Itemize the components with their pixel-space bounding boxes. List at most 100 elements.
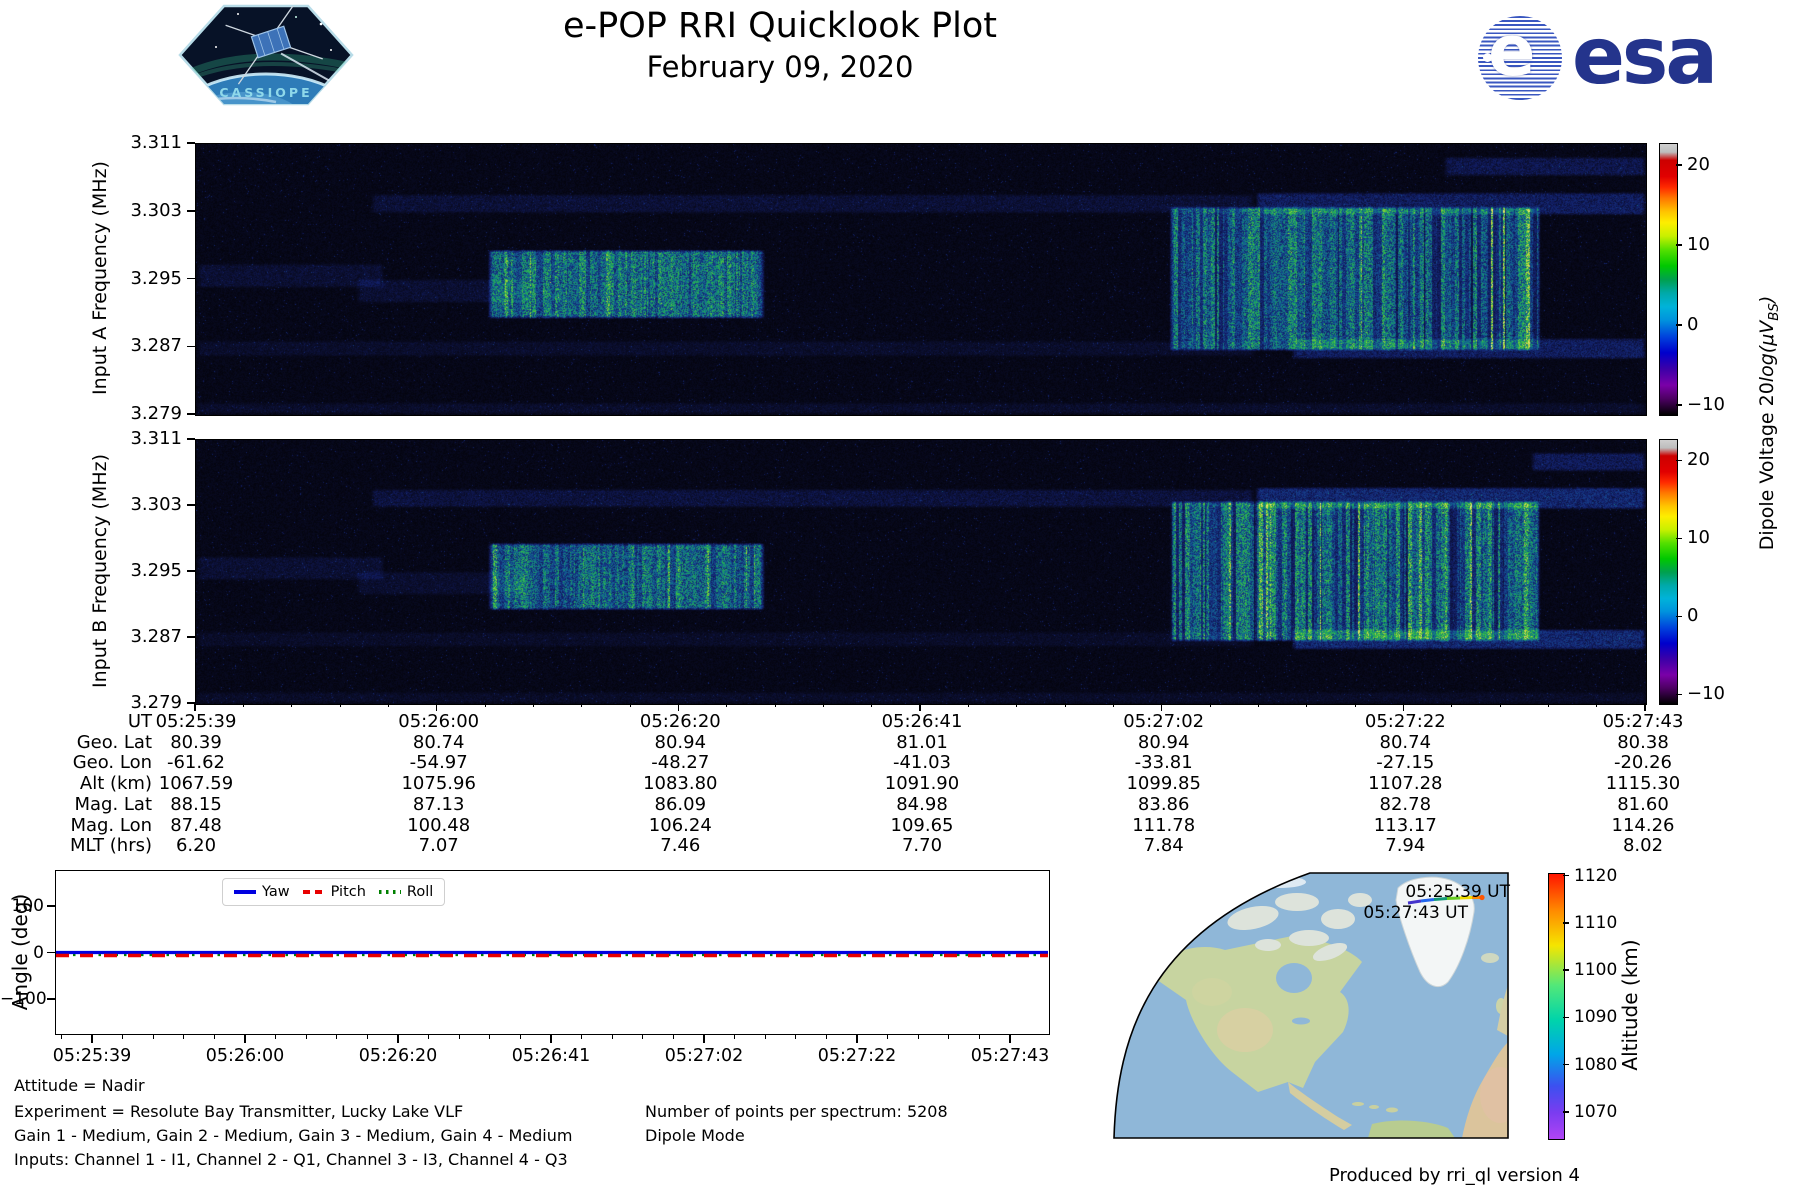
ephemeris-cell: 05:27:22 bbox=[1320, 712, 1490, 732]
ephemeris-cell: 05:27:43 bbox=[1558, 712, 1728, 732]
attitude-tick-mark bbox=[551, 1035, 552, 1039]
attitude-tick-mark bbox=[428, 1035, 429, 1039]
ytick-mark bbox=[187, 413, 195, 415]
legend-item: Yaw bbox=[234, 884, 290, 900]
attitude-tick-mark bbox=[673, 1035, 674, 1039]
ytick-label: 3.287 bbox=[112, 336, 182, 356]
ephemeris-cell: 100.48 bbox=[354, 816, 524, 836]
spectrogram-b-colorbar bbox=[1659, 439, 1678, 705]
map-central-america bbox=[1288, 1082, 1352, 1130]
attitude-xtick-label: 05:26:20 bbox=[338, 1046, 458, 1066]
xtick-minor-mark bbox=[195, 703, 196, 707]
legend-dashed-line-icon bbox=[303, 890, 325, 894]
attitude-xtick-label: 05:27:22 bbox=[797, 1046, 917, 1066]
attitude-xtick-label: 05:25:39 bbox=[32, 1046, 152, 1066]
colorbar-tick-mark bbox=[1676, 460, 1682, 462]
ephemeris-cell: 1115.30 bbox=[1558, 774, 1728, 794]
ephemeris-cell: 7.07 bbox=[354, 836, 524, 856]
xtick-minor-mark bbox=[581, 703, 582, 707]
ephemeris-cell: 7.94 bbox=[1320, 836, 1490, 856]
attitude-tick-mark bbox=[520, 1035, 521, 1039]
map-north-america bbox=[1150, 936, 1362, 1092]
annotation-experiment: Experiment = Resolute Bay Transmitter, L… bbox=[14, 1102, 463, 1121]
xtick-minor-mark bbox=[1596, 703, 1597, 707]
ephemeris-cell: 87.13 bbox=[354, 795, 524, 815]
attitude-tick-mark bbox=[642, 1035, 643, 1039]
attitude-tick-mark bbox=[581, 1035, 582, 1039]
attitude-ytick-label: 0 bbox=[0, 943, 44, 963]
altitude-colorbar-label: Altitude (km) bbox=[1618, 939, 1642, 1070]
ephemeris-cell: 80.38 bbox=[1558, 733, 1728, 753]
attitude-tick-mark bbox=[887, 1035, 888, 1039]
ephemeris-cell: 7.46 bbox=[595, 836, 765, 856]
ephemeris-cell: 1083.80 bbox=[595, 774, 765, 794]
xtick-minor-mark bbox=[436, 703, 437, 707]
ephemeris-cell: -61.62 bbox=[111, 753, 281, 773]
attitude-plot bbox=[55, 870, 1050, 1035]
xtick-minor-mark bbox=[1403, 703, 1404, 707]
ytick-label: 3.279 bbox=[112, 404, 182, 424]
xtick-minor-mark bbox=[1113, 703, 1114, 707]
ephemeris-cell: 8.02 bbox=[1558, 836, 1728, 856]
xtick-minor-mark bbox=[1016, 703, 1017, 707]
xtick-minor-mark bbox=[1210, 703, 1211, 707]
altitude-tick-mark bbox=[1563, 875, 1569, 877]
spectrogram-a bbox=[195, 143, 1647, 416]
colorbar-tick-label: −10 bbox=[1687, 684, 1725, 704]
attitude-xtick-label: 05:26:00 bbox=[185, 1046, 305, 1066]
ephemeris-cell: 81.60 bbox=[1558, 795, 1728, 815]
xtick-minor-mark bbox=[823, 703, 824, 707]
altitude-tick-label: 1080 bbox=[1574, 1055, 1617, 1075]
colorbar-tick-mark bbox=[1676, 244, 1682, 246]
xtick-minor-mark bbox=[775, 703, 776, 707]
attitude-tick-mark bbox=[214, 1035, 215, 1039]
ephemeris-cell: 80.74 bbox=[354, 733, 524, 753]
map-clouds bbox=[1152, 874, 1306, 941]
attitude-tick-mark bbox=[47, 998, 55, 1000]
attitude-tick-mark bbox=[306, 1035, 307, 1039]
altitude-tick-label: 1110 bbox=[1574, 913, 1617, 933]
attitude-tick-mark bbox=[612, 1035, 613, 1039]
colorbar-tick-mark bbox=[1676, 538, 1682, 540]
colorbar-axis-label: Dipole Voltage 20log(μVBS) bbox=[1756, 296, 1782, 551]
ephemeris-cell: 05:25:39 bbox=[111, 712, 281, 732]
xtick-minor-mark bbox=[243, 703, 244, 707]
attitude-ytick-label: −100 bbox=[0, 989, 44, 1009]
legend-solid-line-icon bbox=[234, 890, 256, 894]
ephemeris-cell: 83.86 bbox=[1079, 795, 1249, 815]
colorbar-tick-mark bbox=[1676, 404, 1682, 406]
legend-item: Roll bbox=[379, 884, 433, 900]
attitude-xtick-label: 05:26:41 bbox=[491, 1046, 611, 1066]
map-south-america bbox=[1368, 1121, 1455, 1138]
spectrogram-b-ylabel: Input B Frequency (MHz) bbox=[89, 454, 111, 688]
spectrogram-a-colorbar bbox=[1659, 143, 1678, 416]
ephemeris-cell: 80.94 bbox=[595, 733, 765, 753]
ephemeris-cell: 1107.28 bbox=[1320, 774, 1490, 794]
xtick-minor-mark bbox=[920, 703, 921, 707]
ephemeris-cell: 05:27:02 bbox=[1079, 712, 1249, 732]
xtick-minor-mark bbox=[678, 703, 679, 707]
xtick-minor-mark bbox=[1500, 703, 1501, 707]
xtick-minor-mark bbox=[1645, 703, 1646, 707]
ytick-mark bbox=[187, 210, 195, 212]
ytick-label: 3.295 bbox=[112, 561, 182, 581]
ephemeris-cell: 6.20 bbox=[111, 836, 281, 856]
map-hudson-bay bbox=[1276, 963, 1312, 993]
xtick-minor-mark bbox=[1548, 703, 1549, 707]
ephemeris-cell: 1091.90 bbox=[837, 774, 1007, 794]
ephemeris-cell: 106.24 bbox=[595, 816, 765, 836]
ytick-label: 3.311 bbox=[112, 133, 182, 153]
ytick-mark bbox=[187, 636, 195, 638]
quicklook-plot-page: CASSIOPE e-POP RRI Quicklook Plot Februa… bbox=[0, 0, 1800, 1200]
ytick-label: 3.295 bbox=[112, 269, 182, 289]
ephemeris-cell: 87.48 bbox=[111, 816, 281, 836]
attitude-tick-mark bbox=[826, 1035, 827, 1039]
altitude-tick-mark bbox=[1563, 969, 1569, 971]
legend-label: Yaw bbox=[262, 884, 290, 900]
attitude-ytick-label: 100 bbox=[0, 896, 44, 916]
ephemeris-cell: 1067.59 bbox=[111, 774, 281, 794]
ephemeris-cell: 88.15 bbox=[111, 795, 281, 815]
xtick-minor-mark bbox=[533, 703, 534, 707]
ephemeris-cell: 84.98 bbox=[837, 795, 1007, 815]
xtick-minor-mark bbox=[1065, 703, 1066, 707]
